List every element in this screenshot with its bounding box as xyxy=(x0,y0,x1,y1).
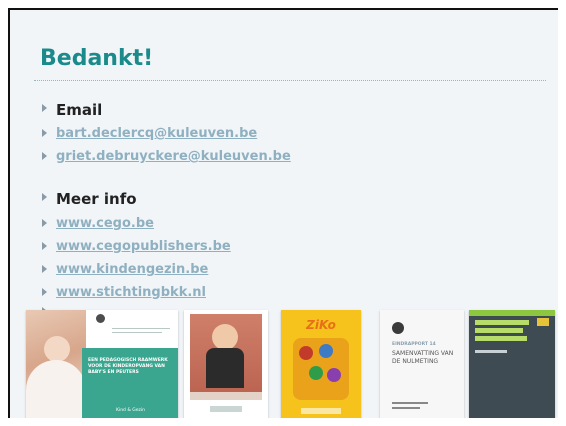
mother-baby-photo xyxy=(26,310,86,418)
cover-title: EEN PEDAGOGISCH RAAMWERK VOOR DE KINDERO… xyxy=(88,358,168,375)
info-link-1[interactable]: www.cego.be xyxy=(42,216,154,231)
cover-green-panel: EEN PEDAGOGISCH RAAMWERK VOOR DE KINDERO… xyxy=(82,348,178,418)
bullet-icon xyxy=(42,193,47,201)
cover-toddler xyxy=(184,310,268,418)
bullet-icon xyxy=(42,152,47,160)
slide: Bedankt! Email bart.declercq@kuleuven.be… xyxy=(8,8,558,418)
cover-label: EINDRAPPORT 14 xyxy=(392,342,436,347)
bullet-icon xyxy=(42,129,47,137)
slide-title: Bedankt! xyxy=(40,46,154,71)
ziko-title: ZiKo xyxy=(306,318,336,332)
bullet-icon xyxy=(42,104,47,112)
bullet-icon xyxy=(42,288,47,296)
info-link-4[interactable]: www.stichtingbkk.nl xyxy=(42,285,206,300)
cover-pedagogisch-raamwerk: EEN PEDAGOGISCH RAAMWERK VOOR DE KINDERO… xyxy=(26,310,178,418)
cover-ziko: ZiKo xyxy=(281,310,361,418)
info-link-3[interactable]: www.kindengezin.be xyxy=(42,262,208,277)
cover-publisher: Kind & Gezin xyxy=(116,408,145,413)
email-link-2[interactable]: griet.debruyckere@kuleuven.be xyxy=(42,149,291,164)
email-link-1[interactable]: bart.declercq@kuleuven.be xyxy=(42,126,257,141)
bullet-icon xyxy=(42,265,47,273)
bullet-icon xyxy=(42,219,47,227)
cover-dark-report xyxy=(469,310,555,418)
title-divider xyxy=(34,80,546,81)
book-covers: EEN PEDAGOGISCH RAAMWERK VOOR DE KINDERO… xyxy=(26,310,558,418)
cover-report-title: SAMENVATTING VAN DE NULMETING xyxy=(392,350,454,365)
more-info-heading: Meer info xyxy=(42,190,137,208)
cover-nulmeting: EINDRAPPORT 14 SAMENVATTING VAN DE NULME… xyxy=(380,310,464,418)
bullet-icon xyxy=(42,242,47,250)
email-heading: Email xyxy=(42,101,102,119)
info-link-2[interactable]: www.cegopublishers.be xyxy=(42,239,231,254)
